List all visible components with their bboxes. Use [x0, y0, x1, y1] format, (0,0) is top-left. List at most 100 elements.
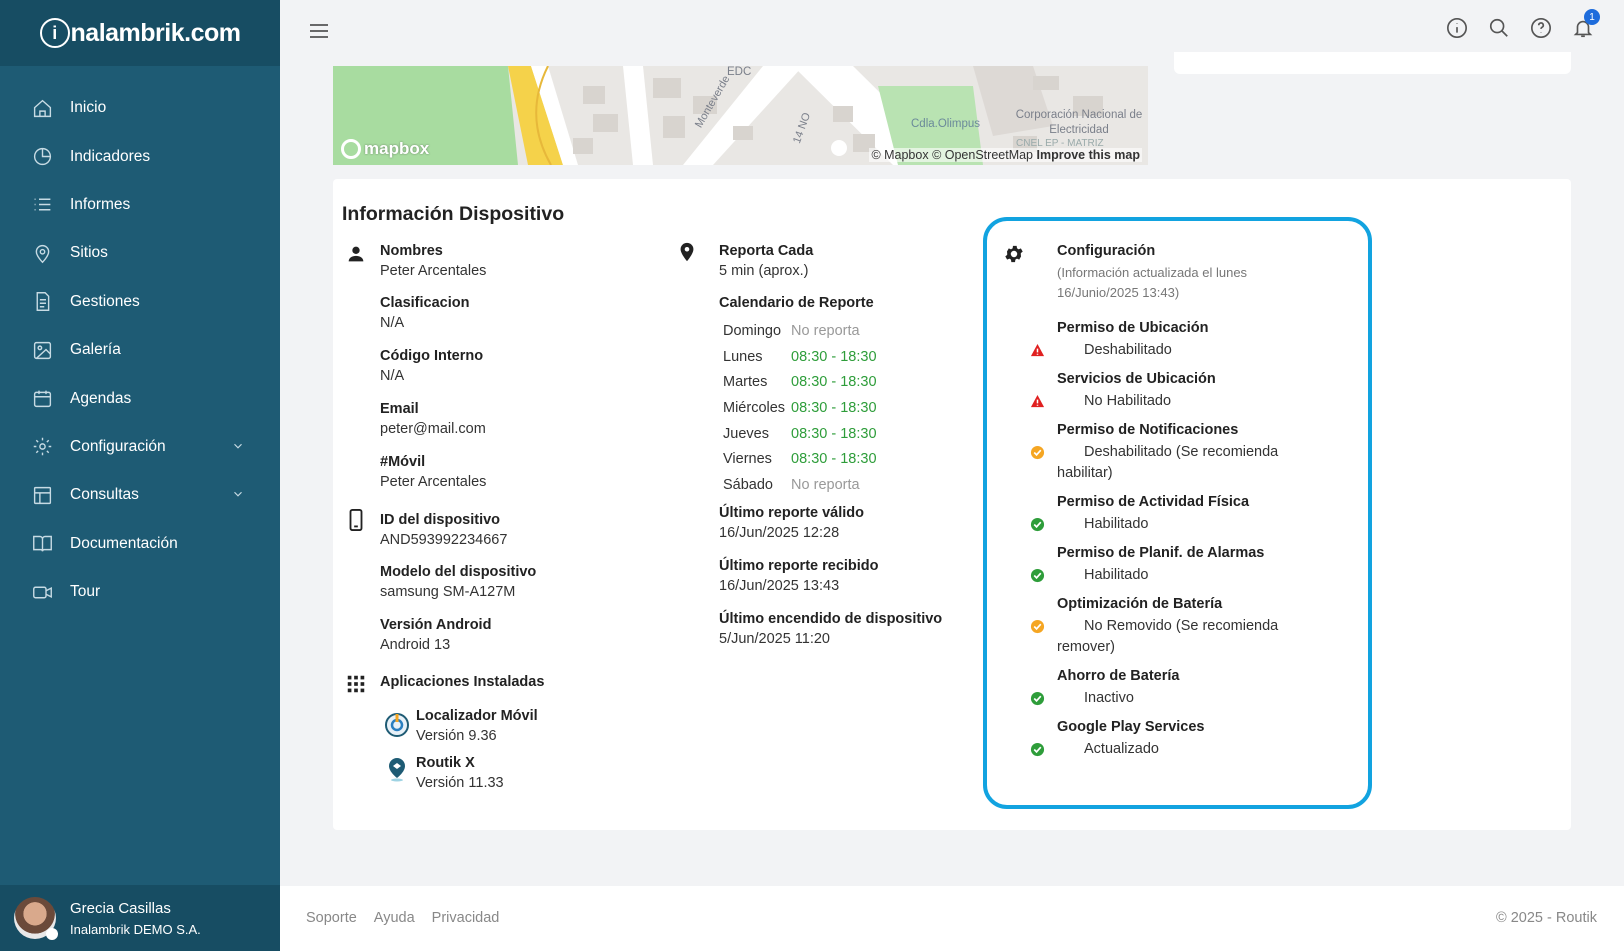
search-icon[interactable] [1488, 17, 1510, 39]
image-icon [31, 339, 53, 361]
schedule-hours: No reporta [791, 322, 860, 339]
field-label: Nombres [380, 243, 443, 259]
config-item-value: Inactivo [1084, 690, 1134, 706]
map[interactable]: EDC Monteverde 14 NO Cdla.Olimpus Corpor… [333, 66, 1148, 165]
sidebar-item-consultas[interactable]: Consultas [0, 471, 280, 519]
config-item-value: No Habilitado [1084, 393, 1172, 409]
config-item-label: Ahorro de Batería [1057, 668, 1180, 684]
chevron-down-icon [231, 439, 245, 458]
field-nombres: Nombres Peter Arcentales [380, 243, 486, 279]
field-label: ID del dispositivo [380, 512, 501, 528]
field-label: #Móvil [380, 454, 426, 470]
video-icon [31, 581, 53, 603]
field-label: Versión Android [380, 617, 492, 633]
schedule-hours: No reporta [791, 476, 860, 493]
sidebar-item-configuracion[interactable]: Configuración [0, 423, 280, 471]
config-item-ahorro-bateria: Ahorro de Batería Inactivo [1030, 668, 1327, 709]
field-android: Versión Android Android 13 [380, 617, 491, 653]
attribution-osm-link[interactable]: © OpenStreetMap [932, 148, 1033, 162]
field-value: peter@mail.com [380, 421, 486, 437]
config-item-value: Actualizado [1084, 741, 1159, 757]
info-icon[interactable] [1446, 17, 1468, 39]
brand-logo[interactable]: i nalambrik.com [39, 18, 241, 48]
sidebar-item-inicio[interactable]: Inicio [0, 84, 280, 132]
config-item-permiso-notificaciones: Permiso de Notificaciones Deshabilitado … [1030, 422, 1327, 484]
field-value: Peter Arcentales [380, 263, 487, 279]
bell-icon[interactable]: 1 [1572, 9, 1600, 39]
app-version: Versión 11.33 [416, 775, 504, 791]
field-ultimo-recibido: Último reporte recibido 16/Jun/2025 13:4… [719, 558, 879, 594]
map-label-edc: EDC [727, 66, 752, 78]
field-modelo: Modelo del dispositivo samsung SM-A127M [380, 564, 536, 600]
sidebar-item-informes[interactable]: Informes [0, 181, 280, 229]
success-check-icon [1030, 517, 1045, 532]
footer-link-soporte[interactable]: Soporte [306, 910, 357, 926]
pie-chart-icon [31, 146, 53, 168]
sidebar-item-label: Configuración [70, 437, 166, 455]
sidebar-item-documentacion[interactable]: Documentación [0, 520, 280, 568]
field-label: Reporta Cada [719, 243, 814, 259]
calendar-icon [31, 388, 53, 410]
field-codigo: Código Interno N/A [380, 348, 483, 384]
footer-link-privacidad[interactable]: Privacidad [432, 910, 500, 926]
warning-check-icon [1030, 445, 1045, 460]
app-name: Localizador Móvil [416, 708, 538, 724]
success-check-icon [1030, 568, 1045, 583]
logo-letter: i [39, 18, 70, 48]
sidebar-item-label: Documentación [70, 534, 178, 552]
config-subtitle: (Información actualizada el lunes 16/Jun… [1057, 265, 1248, 300]
improve-map-link[interactable]: Improve this map [1037, 148, 1141, 162]
map-label-corp: Corporación Nacional de Electricidad [1015, 109, 1143, 136]
footer-link-ayuda[interactable]: Ayuda [374, 910, 415, 926]
config-item-servicios-ubicacion: Servicios de Ubicación No Habilitado [1030, 371, 1327, 412]
config-item-label: Permiso de Planif. de Alarmas [1057, 545, 1265, 561]
schedule-day: Lunes [723, 348, 763, 365]
sidebar: i nalambrik.com Inicio Indicadores Inform… [0, 0, 280, 951]
sidebar-item-label: Consultas [70, 486, 139, 504]
schedule-hours: 08:30 - 18:30 [791, 425, 877, 442]
field-value: samsung SM-A127M [380, 584, 516, 600]
field-label: Código Interno [380, 348, 484, 364]
error-triangle-icon [1030, 394, 1045, 409]
config-item-label: Permiso de Ubicación [1057, 320, 1209, 336]
field-label: Último reporte válido [719, 505, 865, 521]
sidebar-item-galeria[interactable]: Galería [0, 326, 280, 374]
field-email: Email peter@mail.com [380, 401, 486, 437]
sidebar-item-gestiones[interactable]: Gestiones [0, 278, 280, 326]
config-item-optimizacion-bateria: Optimización de Batería No Removido (Se … [1030, 596, 1327, 658]
card-title: Información Dispositivo [342, 203, 565, 225]
schedule-day: Sábado [723, 476, 773, 493]
sidebar-item-sitios[interactable]: Sitios [0, 229, 280, 277]
field-value: 16/Jun/2025 13:43 [719, 578, 840, 594]
config-item-value: No Removido (Se recomienda remover) [1057, 618, 1279, 655]
config-item-label: Optimización de Batería [1057, 596, 1223, 612]
sidebar-nav: Inicio Indicadores Informes Sitios Gesti… [0, 66, 280, 616]
localizador-app-icon [384, 711, 410, 737]
attribution-mapbox-link[interactable]: © Mapbox [871, 148, 928, 162]
sidebar-item-indicadores[interactable]: Indicadores [0, 132, 280, 180]
location-pin-icon [31, 242, 53, 264]
sidebar-item-label: Galería [70, 341, 121, 359]
user-name: Grecia Casillas [70, 899, 171, 917]
app-name: Routik X [416, 755, 475, 771]
help-icon[interactable] [1530, 17, 1552, 39]
field-device-id: ID del dispositivo AND593992234667 [380, 512, 507, 548]
notification-badge: 1 [1584, 9, 1600, 25]
field-label: Email [380, 401, 419, 417]
schedule-hours: 08:30 - 18:30 [791, 399, 877, 416]
mapbox-logo[interactable]: mapbox [341, 139, 429, 159]
menu-toggle-icon[interactable] [308, 20, 330, 42]
warning-check-icon [1030, 619, 1045, 634]
sidebar-item-agendas[interactable]: Agendas [0, 374, 280, 422]
table-row: Jueves 08:30 - 18:30 [721, 421, 881, 447]
sidebar-item-tour[interactable]: Tour [0, 568, 280, 616]
table-row: Miércoles 08:30 - 18:30 [721, 395, 881, 421]
field-ultimo-encendido: Último encendido de dispositivo 5/Jun/20… [719, 611, 942, 647]
field-value: 5 min (aprox.) [719, 263, 809, 279]
gear-icon [31, 436, 53, 458]
sidebar-item-label: Agendas [70, 389, 132, 407]
user-profile[interactable]: Grecia Casillas Inalambrik DEMO S.A. [0, 885, 280, 951]
smartphone-icon [345, 509, 367, 531]
config-item-permiso-ubicacion: Permiso de Ubicación Deshabilitado [1030, 320, 1327, 361]
field-clasificacion: Clasificacion N/A [380, 295, 469, 331]
